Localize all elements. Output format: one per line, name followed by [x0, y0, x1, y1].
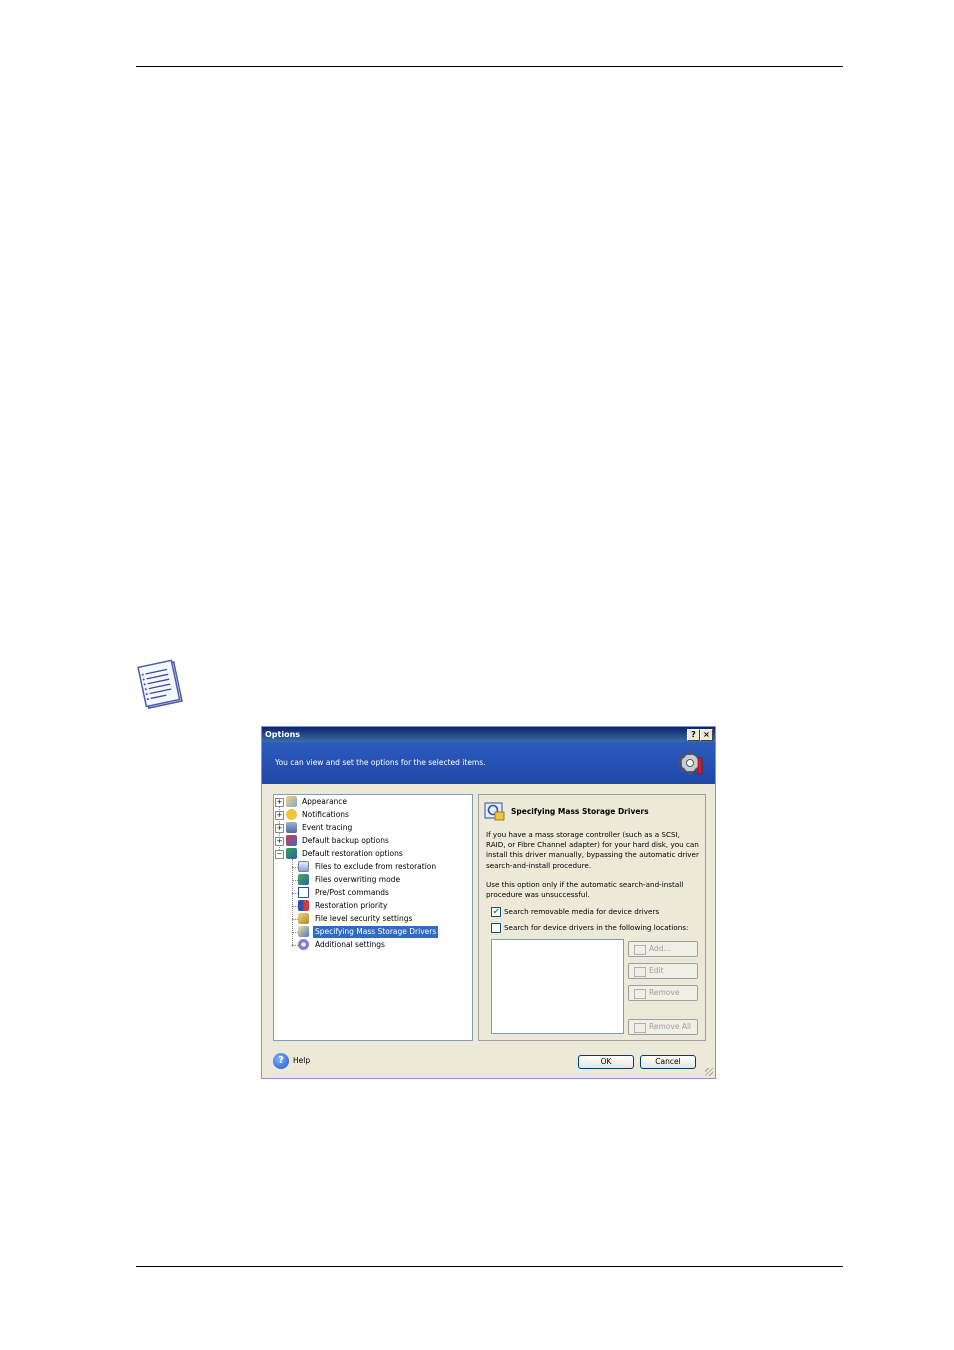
checkbox-label: Search removable media for device driver… — [504, 907, 660, 916]
titlebar-help-button[interactable]: ? — [687, 729, 700, 741]
mass-storage-drivers-icon — [298, 926, 309, 937]
tree-item-pre-post-commands[interactable]: Pre/Post commands — [274, 887, 470, 899]
restoration-options-icon — [286, 848, 297, 859]
tree-item-label: Default restoration options — [302, 849, 403, 858]
files-exclude-icon — [298, 861, 309, 872]
titlebar-close-button[interactable]: × — [700, 729, 713, 741]
tree-item-label: Additional settings — [315, 940, 385, 949]
banner-text: You can view and set the options for the… — [275, 758, 486, 767]
dialog-titlebar: Options ? × — [262, 727, 715, 742]
tree-item-label: Appearance — [302, 797, 348, 806]
appearance-icon — [286, 796, 297, 807]
resize-grip[interactable] — [705, 1068, 713, 1076]
expand-icon[interactable]: + — [275, 837, 284, 846]
expand-icon[interactable]: + — [275, 798, 284, 807]
help-link[interactable]: ? Help — [273, 1053, 333, 1071]
tree-item-additional-settings[interactable]: Additional settings — [274, 939, 470, 951]
tree-item-label: Event tracing — [302, 823, 353, 832]
dialog-banner: You can view and set the options for the… — [262, 742, 715, 784]
panel-note: Use this option only if the automatic se… — [486, 880, 684, 900]
button-label: Edit — [649, 966, 664, 975]
additional-settings-icon — [298, 939, 309, 950]
tree-item-files-overwriting-mode[interactable]: Files overwriting mode — [274, 874, 470, 886]
remove-icon — [634, 989, 646, 999]
tree-item-notifications[interactable]: + Notifications — [274, 809, 470, 821]
tree-item-default-backup-options[interactable]: + Default backup options — [274, 835, 470, 847]
help-label: Help — [293, 1056, 311, 1065]
button-label: Add... — [649, 944, 671, 953]
gear-options-icon — [678, 751, 703, 775]
notifications-icon — [286, 809, 297, 820]
remove-location-button[interactable]: Remove — [628, 985, 698, 1001]
commands-window-icon — [298, 887, 309, 898]
options-dialog: Options ? × You can view and set the opt… — [261, 726, 716, 1079]
tree-item-default-restoration-options[interactable]: − Default restoration options — [274, 848, 470, 860]
tree-item-label: Restoration priority — [315, 901, 388, 910]
note-icon — [137, 659, 183, 709]
tree-item-label: Files overwriting mode — [315, 875, 401, 884]
remove-all-icon — [634, 1023, 646, 1033]
search-locations-checkbox[interactable] — [491, 923, 501, 933]
cancel-button[interactable]: Cancel — [640, 1055, 696, 1069]
add-location-button[interactable]: Add... — [628, 941, 698, 957]
tree-item-mass-storage-drivers[interactable]: Specifying Mass Storage Drivers — [274, 926, 470, 938]
button-label: Remove — [649, 988, 680, 997]
collapse-icon[interactable]: − — [275, 850, 284, 859]
remove-all-locations-button[interactable]: Remove All — [628, 1019, 698, 1035]
tree-item-label: File level security settings — [315, 914, 413, 923]
tree-item-label: Files to exclude from restoration — [315, 862, 437, 871]
button-label: Remove All — [649, 1022, 692, 1031]
expand-icon[interactable]: + — [275, 811, 284, 820]
event-tracing-icon — [286, 822, 297, 833]
checkbox-label: Search for device drivers in the followi… — [504, 923, 689, 932]
tree-item-label: Default backup options — [302, 836, 389, 845]
help-icon: ? — [273, 1053, 289, 1069]
overwriting-mode-icon — [298, 874, 309, 885]
tree-item-appearance[interactable]: + Appearance — [274, 796, 470, 808]
panel-title: Specifying Mass Storage Drivers — [511, 807, 649, 816]
priority-icon — [298, 900, 309, 911]
security-icon — [298, 913, 309, 924]
tree-item-label: Notifications — [302, 810, 349, 819]
header-rule — [136, 66, 843, 67]
mass-storage-drivers-icon — [484, 802, 505, 821]
tree-item-files-to-exclude[interactable]: Files to exclude from restoration — [274, 861, 470, 873]
edit-icon — [634, 967, 646, 977]
tree-item-file-level-security[interactable]: File level security settings — [274, 913, 470, 925]
add-icon — [634, 945, 646, 955]
settings-panel: Specifying Mass Storage Drivers If you h… — [478, 794, 706, 1041]
tree-item-event-tracing[interactable]: + Event tracing — [274, 822, 470, 834]
tree-item-label: Pre/Post commands — [315, 888, 389, 897]
search-removable-media-checkbox[interactable]: ✔ — [491, 907, 501, 917]
dialog-title: Options — [265, 730, 301, 739]
tree-item-label: Specifying Mass Storage Drivers — [313, 926, 439, 938]
tree-item-restoration-priority[interactable]: Restoration priority — [274, 900, 470, 912]
footer-rule — [136, 1266, 843, 1267]
edit-location-button[interactable]: Edit — [628, 963, 698, 979]
backup-options-icon — [286, 835, 297, 846]
expand-icon[interactable]: + — [275, 824, 284, 833]
options-tree[interactable]: + Appearance + Notifications + Event tra… — [273, 794, 473, 1041]
locations-list[interactable] — [491, 939, 624, 1034]
panel-description: If you have a mass storage controller (s… — [486, 830, 699, 870]
ok-button[interactable]: OK — [578, 1055, 634, 1069]
